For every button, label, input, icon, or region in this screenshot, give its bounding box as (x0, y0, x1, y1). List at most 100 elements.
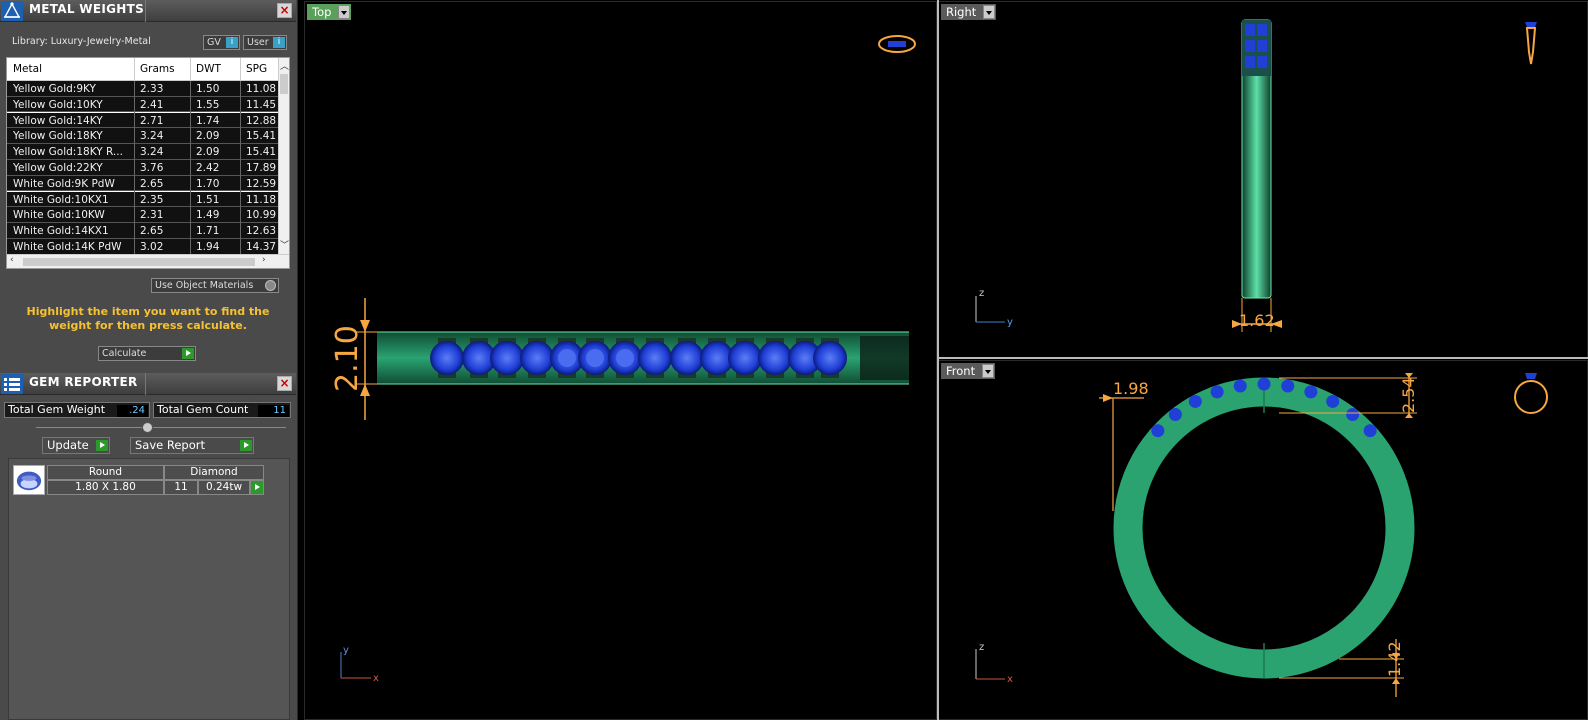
table-row[interactable]: Yellow Gold:18KY R... 3.24 2.09 15.41 (7, 144, 279, 161)
table-row[interactable]: Yellow Gold:9KY 2.33 1.50 11.08 (7, 81, 279, 97)
dwt-cell: 1.50 (196, 83, 220, 95)
column-header-spg[interactable]: SPG (246, 63, 267, 75)
axis-indicator: z x (975, 642, 1013, 685)
metal-name-cell: Yellow Gold:14KY (13, 114, 103, 127)
right-viewport[interactable]: Right 1.62 z y (938, 1, 1588, 359)
table-row[interactable]: Yellow Gold:10KY 2.41 1.55 11.45 (7, 96, 279, 113)
hscroll-thumb[interactable] (23, 258, 255, 266)
dwt-cell: 1.49 (196, 209, 220, 222)
play-arrow-icon (96, 440, 108, 451)
gem-list: Round Diamond 1.80 X 1.80 11 0.24tw (8, 458, 290, 720)
save-report-button[interactable]: Save Report (130, 437, 254, 454)
spg-cell: 11.45 (246, 98, 276, 111)
grams-cell: 2.35 (140, 193, 164, 206)
grams-cell: 2.65 (140, 225, 164, 238)
gem-reporter-icon (1, 374, 23, 394)
grams-cell: 2.41 (140, 98, 164, 111)
gem-stone (1245, 56, 1255, 68)
dimension-top-height-label: 2.54 (1399, 377, 1418, 413)
table-row[interactable]: White Gold:10KX1 2.35 1.51 11.18 (7, 191, 279, 208)
spg-cell: 12.88 (246, 114, 276, 127)
gem-reporter-titlebar: GEM REPORTER × (0, 373, 296, 395)
table-row[interactable]: White Gold:10KW 2.31 1.49 10.99 (7, 207, 279, 224)
gem-stone (1245, 24, 1255, 36)
column-header-metal[interactable]: Metal (13, 63, 42, 75)
front-viewport[interactable]: Front 1.98 2.54 1.42 z x (938, 360, 1588, 720)
metal-name-cell: Yellow Gold:10KY (13, 98, 103, 111)
top-view-canvas: 2.10 y x (330, 35, 916, 684)
gem-stone (1281, 379, 1295, 393)
close-gem-reporter-button[interactable]: × (277, 376, 292, 391)
metal-table-vscrollbar[interactable]: ︿ ﹀ (278, 58, 289, 255)
gem-stone (1257, 377, 1271, 391)
gem-stone (758, 341, 792, 375)
grams-cell: 3.24 (140, 146, 164, 159)
splitter-line (36, 427, 286, 428)
viewport-horizontal-splitter[interactable] (938, 357, 1588, 359)
table-row[interactable]: Yellow Gold:18KY 3.24 2.09 15.41 (7, 128, 279, 145)
gem-stone (1346, 408, 1360, 422)
gem-stone (1257, 40, 1267, 52)
axis-x-label: x (373, 673, 379, 684)
info-icon: i (273, 37, 285, 48)
column-header-dwt[interactable]: DWT (196, 63, 221, 75)
dwt-cell: 1.51 (196, 193, 220, 206)
scroll-right-icon[interactable]: › (262, 255, 266, 265)
top-viewport[interactable]: Top 2.10 y x (304, 1, 937, 720)
unit-gv-toggle[interactable]: GV i (203, 35, 240, 50)
update-button[interactable]: Update (42, 437, 110, 454)
spg-cell: 10.99 (246, 209, 276, 222)
table-row[interactable]: Yellow Gold:22KY 3.76 2.42 17.89 (7, 160, 279, 176)
gem-stone (1245, 40, 1255, 52)
view-orient-ring-icon[interactable] (878, 35, 916, 53)
collapse-handle[interactable] (142, 422, 153, 433)
axis-indicator: z y (975, 288, 1013, 328)
metal-name-cell: Yellow Gold:18KY (13, 130, 103, 143)
gem-detail-button[interactable] (250, 480, 264, 495)
total-gem-count-value: 11 (258, 405, 289, 417)
view-orient-ring-front-icon[interactable] (1514, 373, 1548, 414)
dwt-cell: 2.42 (196, 162, 220, 174)
metal-table[interactable]: Metal Grams DWT SPG Yellow Gold:9KY 2.33 1… (6, 57, 290, 269)
metal-table-header: Metal Grams DWT SPG (7, 58, 279, 81)
use-object-materials-toggle[interactable]: Use Object Materials (151, 278, 279, 293)
gem-stone (490, 341, 524, 375)
spg-cell: 17.89 (246, 162, 276, 174)
calculate-button[interactable]: Calculate (98, 346, 196, 361)
total-gem-count-label: Total Gem Count (157, 403, 249, 416)
dwt-cell: 1.94 (196, 241, 220, 253)
scroll-up-icon[interactable]: ︿ (280, 59, 289, 72)
gem-weight: 0.24tw (198, 480, 250, 495)
toggle-radio-icon (265, 280, 276, 291)
right-view-canvas: 1.62 z y (975, 19, 1537, 332)
unit-user-toggle[interactable]: User i (243, 35, 287, 50)
dimension-width-label: 2.10 (330, 325, 365, 392)
gem-stone (1326, 394, 1340, 408)
axis-y-label: y (343, 645, 349, 656)
gem-stone (728, 341, 762, 375)
metal-table-hscrollbar[interactable]: ‹ › (7, 254, 289, 268)
total-gem-count-field: Total Gem Count 11 (153, 402, 291, 418)
axis-z-label: z (979, 288, 984, 299)
vscroll-thumb[interactable] (280, 74, 288, 94)
view-orient-pendant-icon[interactable] (1525, 22, 1537, 65)
play-arrow-icon (240, 440, 252, 451)
metal-weights-titlebar: METAL WEIGHTS × (0, 0, 296, 22)
dimension-thickness-label: 1.62 (1239, 311, 1275, 330)
scroll-left-icon[interactable]: ‹ (10, 255, 14, 265)
viewport-vertical-splitter[interactable] (937, 0, 939, 720)
table-row[interactable]: White Gold:14KX1 2.65 1.71 12.63 (7, 223, 279, 240)
table-row[interactable]: White Gold:14K PdW 3.02 1.94 14.37 (7, 239, 279, 255)
grams-cell: 2.33 (140, 83, 164, 95)
library-label: Library: Luxury-Jewelry-Metal (12, 36, 151, 47)
dwt-cell: 1.70 (196, 177, 220, 190)
table-row[interactable]: White Gold:9K PdW 2.65 1.70 12.59 (7, 175, 279, 192)
spg-cell: 15.41 (246, 130, 276, 143)
spg-cell: 15.41 (246, 146, 276, 159)
close-metal-weights-button[interactable]: × (277, 3, 292, 18)
column-header-grams[interactable]: Grams (140, 63, 175, 75)
table-row[interactable]: Yellow Gold:14KY 2.71 1.74 12.88 (7, 112, 279, 129)
play-arrow-icon (182, 348, 194, 359)
scroll-down-icon[interactable]: ﹀ (280, 238, 289, 251)
unit-gv-label: GV (207, 37, 221, 48)
